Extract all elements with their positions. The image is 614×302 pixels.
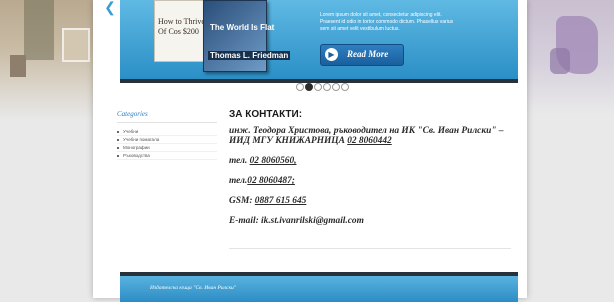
sidebar-item-label: Учебни помагала [123,137,160,142]
slider-description: Lorem ipsum dolor sit amet, consectetur … [320,12,454,32]
slider-dot-3[interactable] [314,83,322,91]
phone-1-label: тел. [229,156,248,166]
content-divider [229,248,511,249]
bullet-icon [117,154,119,157]
sidebar-item-monographs[interactable]: Монографии [117,144,217,152]
read-more-label: Read More [347,49,389,59]
background-photo-right [522,0,614,115]
contact-phone-1: тел. 02 8060560, [229,156,519,166]
phone-2-label: тел. [229,176,248,186]
phone-1-link[interactable]: 02 8060560, [250,156,297,166]
slider-dot-5[interactable] [332,83,340,91]
background-crystal-small [550,48,570,74]
sidebar-title: Categories [117,110,217,123]
book-cover-2[interactable]: The World Is Flat Thomas L. Friedman [203,0,291,72]
main-content: ЗА КОНТАКТИ: инж. Теодора Христова, ръко… [229,109,519,236]
footer-text: Издателска къща "Св. Иван Рилски" [150,285,237,291]
book-cover-2-title: The World Is Flat [210,23,275,32]
contact-person-phone-link[interactable]: 02 8060442 [347,136,392,146]
featured-slider: How to Thrive Of Cos $200 The World Is F… [120,0,518,83]
background-window [62,28,90,62]
page-container: ❮ ❯ How to Thrive Of Cos $200 The World … [93,0,527,302]
bullet-icon [117,138,119,141]
contact-email: E-mail: ik.st.ivanrilski@gmail.com [229,216,519,226]
gsm-label: GSM: [229,196,253,206]
bullet-icon [117,130,119,133]
slider-dot-4[interactable] [323,83,331,91]
background-foliage [24,0,54,60]
contact-person: инж. Теодора Христова, ръководител на ИК… [229,126,519,146]
sidebar-item-label: Ръководства [123,153,150,158]
background-door [10,55,26,77]
contact-phone-2: тел.02 8060487; [229,176,519,186]
slider-dot-2[interactable] [305,83,313,91]
gsm-link[interactable]: 0887 615 645 [255,196,307,206]
slider-dot-1[interactable] [296,83,304,91]
book-cover-1-title-line2: Of Cos $200 [158,27,199,36]
sidebar-item-textbooks[interactable]: Учебни [117,128,217,136]
email-label: E-mail: [229,216,259,226]
slider-prev-arrow-icon[interactable]: ❮ [103,0,117,14]
sidebar-item-study-aids[interactable]: Учебни помагала [117,136,217,144]
slider-dot-6[interactable] [341,83,349,91]
book-cover-2-author: Thomas L. Friedman [208,51,291,60]
categories-sidebar: Categories Учебни Учебни помагала Моногр… [117,110,217,160]
email-link[interactable]: ik.st.ivanrilski@gmail.com [261,216,364,226]
slider-pagination [296,83,350,91]
phone-2-link[interactable]: 02 8060487; [247,176,295,186]
sidebar-item-manuals[interactable]: Ръководства [117,152,217,160]
read-more-button[interactable]: ▶ Read More [320,44,404,66]
sidebar-item-label: Учебни [123,129,139,134]
page-title: ЗА КОНТАКТИ: [229,109,303,120]
bullet-icon [117,146,119,149]
arrow-right-circle-icon: ▶ [325,48,338,61]
sidebar-item-label: Монографии [123,145,150,150]
contact-gsm: GSM: 0887 615 645 [229,196,519,206]
book-cover-1-title-line1: How to Thrive [158,17,205,26]
